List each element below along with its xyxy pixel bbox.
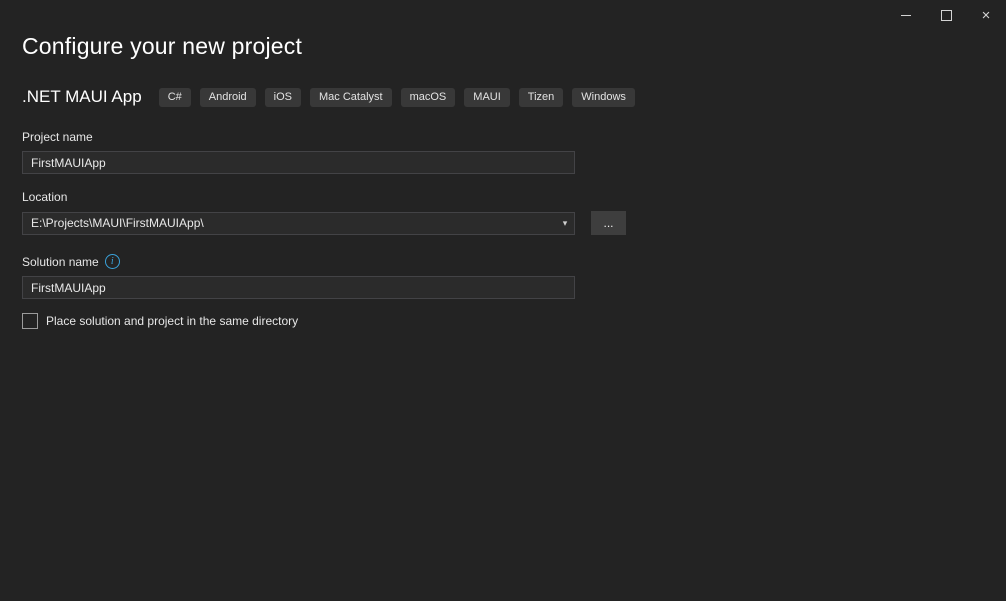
location-label: Location	[22, 190, 984, 204]
project-name-label: Project name	[22, 130, 984, 144]
solution-name-label: Solution name i	[22, 254, 984, 269]
minimize-icon	[901, 15, 911, 16]
same-directory-option[interactable]: Place solution and project in the same d…	[22, 313, 984, 329]
location-combobox[interactable]: E:\Projects\MAUI\FirstMAUIApp\ ▾	[22, 212, 575, 235]
platform-tag: iOS	[265, 88, 301, 107]
maximize-button[interactable]	[926, 0, 966, 30]
close-button[interactable]: ×	[966, 0, 1006, 30]
configure-project-dialog: × Configure your new project .NET MAUI A…	[0, 0, 1006, 601]
solution-name-input[interactable]	[22, 276, 575, 299]
location-value[interactable]: E:\Projects\MAUI\FirstMAUIApp\	[23, 216, 556, 230]
project-name-input[interactable]	[22, 151, 575, 174]
platform-tag: Windows	[572, 88, 635, 107]
location-row: E:\Projects\MAUI\FirstMAUIApp\ ▾ ...	[22, 211, 984, 235]
title-bar: ×	[0, 0, 1006, 30]
page-title: Configure your new project	[22, 33, 984, 60]
minimize-button[interactable]	[886, 0, 926, 30]
platform-tag: Mac Catalyst	[310, 88, 392, 107]
platform-tag: Tizen	[519, 88, 564, 107]
same-directory-checkbox[interactable]	[22, 313, 38, 329]
maximize-icon	[941, 10, 952, 21]
platform-tag: C#	[159, 88, 191, 107]
chevron-down-icon[interactable]: ▾	[556, 218, 574, 229]
platform-tags: C# Android iOS Mac Catalyst macOS MAUI Tizen Wi…	[159, 88, 635, 107]
platform-tag: MAUI	[464, 88, 510, 107]
project-type-name: .NET MAUI App	[22, 87, 142, 107]
info-icon[interactable]: i	[105, 254, 120, 269]
same-directory-label: Place solution and project in the same d…	[46, 314, 298, 328]
browse-location-button[interactable]: ...	[591, 211, 626, 235]
platform-tag: Android	[200, 88, 256, 107]
platform-tag: macOS	[401, 88, 456, 107]
project-type-row: .NET MAUI App C# Android iOS Mac Catalyst ma…	[22, 87, 984, 107]
close-icon: ×	[982, 8, 991, 23]
